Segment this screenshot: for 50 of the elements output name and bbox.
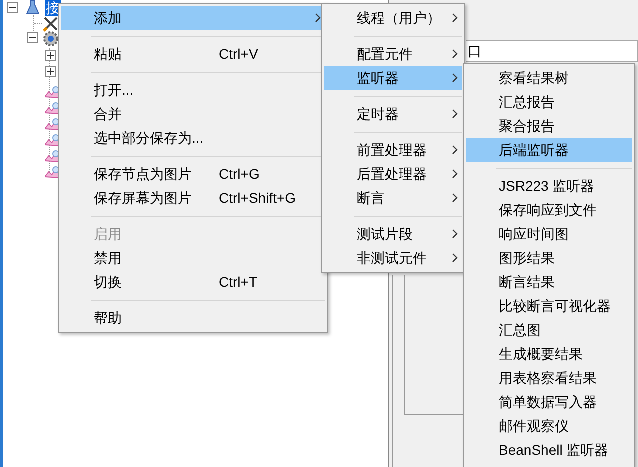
- menu-item[interactable]: 汇总报告: [466, 90, 632, 114]
- menu-item[interactable]: 聚合报告: [466, 114, 632, 138]
- menu-item[interactable]: 帮助: [61, 306, 325, 330]
- menu-item[interactable]: 前置处理器: [324, 138, 462, 162]
- menu-item[interactable]: 断言结果: [466, 270, 632, 294]
- menu-item[interactable]: 用表格察看结果: [466, 366, 632, 390]
- menu-item[interactable]: 后端监听器: [466, 138, 632, 162]
- chevron-right-icon: [452, 193, 458, 203]
- menu-item[interactable]: 非测试元件: [324, 246, 462, 270]
- menu-item[interactable]: 比较断言可视化器: [466, 294, 632, 318]
- chevron-right-icon: [452, 73, 458, 83]
- name-field[interactable]: 口: [466, 40, 638, 62]
- menu-item[interactable]: 保存节点为图片 Ctrl+G: [61, 162, 325, 186]
- chevron-right-icon: [452, 13, 458, 23]
- menu-item[interactable]: 察看结果树: [466, 66, 632, 90]
- menu-item[interactable]: 保存屏幕为图片 Ctrl+Shift+G: [61, 186, 325, 210]
- chevron-right-icon: [452, 169, 458, 179]
- chevron-right-icon: [452, 109, 458, 119]
- menu-item[interactable]: 邮件观察仪: [466, 414, 632, 438]
- menu-item[interactable]: 后置处理器: [324, 162, 462, 186]
- menu-item[interactable]: 保存响应到文件: [466, 198, 632, 222]
- chevron-right-icon: [452, 145, 458, 155]
- menu-item[interactable]: 测试片段: [324, 222, 462, 246]
- chevron-right-icon: [452, 49, 458, 59]
- menu-item[interactable]: 响应时间图: [466, 222, 632, 246]
- menu-item[interactable]: 汇总图: [466, 318, 632, 342]
- menu-item[interactable]: 线程（用户）: [324, 6, 462, 30]
- chevron-right-icon: [315, 13, 321, 23]
- menu-item[interactable]: 合并: [61, 102, 325, 126]
- chevron-right-icon: [452, 229, 458, 239]
- menu-item[interactable]: 切换 Ctrl+T: [61, 270, 325, 294]
- menu-item[interactable]: 配置元件: [324, 42, 462, 66]
- expand-icon: [45, 50, 56, 61]
- menu-item[interactable]: 断言: [324, 186, 462, 210]
- menu-item[interactable]: 定时器: [324, 102, 462, 126]
- menu-item[interactable]: BeanShell 监听器: [466, 438, 632, 462]
- menu-item[interactable]: 选中部分保存为...: [61, 126, 325, 150]
- collapse-icon: [27, 32, 38, 43]
- expand-icon: [45, 66, 56, 77]
- menu-item[interactable]: 图形结果: [466, 246, 632, 270]
- flask-icon: [26, 0, 40, 15]
- tools-icon: [43, 16, 59, 32]
- menu-item[interactable]: 粘贴 Ctrl+V: [61, 42, 325, 66]
- menu-item[interactable]: 生成概要结果: [466, 342, 632, 366]
- chevron-right-icon: [452, 253, 458, 263]
- menu-item[interactable]: 打开...: [61, 78, 325, 102]
- menu-item[interactable]: JSR223 监听器: [466, 174, 632, 198]
- menu-item[interactable]: 禁用: [61, 246, 325, 270]
- menu-item[interactable]: 简单数据写入器: [466, 390, 632, 414]
- menu-item[interactable]: 监听器: [324, 66, 462, 90]
